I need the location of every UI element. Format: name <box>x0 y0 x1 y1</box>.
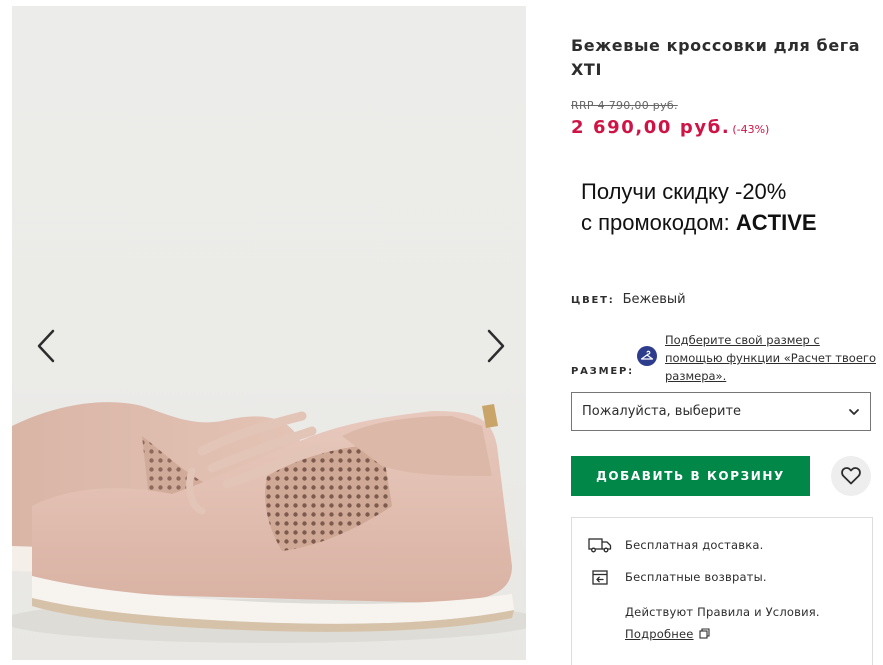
add-to-bag-button[interactable]: ДОБАВИТЬ В КОРЗИНУ <box>571 456 810 496</box>
product-photo <box>12 402 526 643</box>
rrp-price: RRP 4 790,00 руб. <box>571 99 678 112</box>
chevron-right-icon <box>487 329 505 363</box>
color-row: ЦВЕТ: Бежевый <box>571 288 686 307</box>
promo-code: ACTIVE <box>735 210 817 235</box>
heart-icon <box>841 467 861 485</box>
terms-block: Действуют Правила и Условия. Подробнее <box>625 601 820 645</box>
promo-banner: Получи скидку -20% с промокодом: ACTIVE <box>581 176 817 238</box>
color-label: ЦВЕТ: <box>571 295 615 306</box>
free-returns-text: Бесплатные возвраты. <box>625 570 767 584</box>
current-price: 2 690,00 руб. <box>571 117 731 138</box>
truck-icon <box>588 536 612 554</box>
product-image-gallery <box>12 6 526 660</box>
hanger-icon <box>640 350 654 360</box>
more-info-link[interactable]: Подробнее <box>625 627 694 641</box>
free-delivery-row: Бесплатная доставка. <box>588 536 764 554</box>
save-for-later-button[interactable] <box>831 456 871 496</box>
external-link-icon <box>699 628 710 639</box>
more-info-link-row[interactable]: Подробнее <box>625 623 820 645</box>
free-delivery-text: Бесплатная доставка. <box>625 538 764 552</box>
previous-image-button[interactable] <box>26 324 66 368</box>
product-title: Бежевые кроссовки для бега XTI <box>571 36 861 79</box>
chevron-left-icon <box>37 329 55 363</box>
free-returns-row: Бесплатные возвраты. <box>588 568 767 586</box>
chevron-down-icon <box>849 408 859 415</box>
size-label: РАЗМЕР: <box>571 366 634 377</box>
promo-line-2: с промокодом: ACTIVE <box>581 207 817 238</box>
fit-assistant-link[interactable]: Подберите свой размер с помощью функции … <box>665 331 877 385</box>
next-image-button[interactable] <box>476 324 516 368</box>
price-row: 2 690,00 руб. (-43%) <box>571 117 769 138</box>
size-select-value: Пожалуйста, выберите <box>582 404 742 419</box>
discount-percentage: (-43%) <box>732 123 770 136</box>
promo-line-2-prefix: с промокодом: <box>581 210 736 235</box>
size-select[interactable]: Пожалуйста, выберите <box>571 392 871 431</box>
fit-assistant-icon[interactable] <box>637 346 657 366</box>
promo-line-1: Получи скидку -20% <box>581 179 787 204</box>
terms-text: Действуют Правила и Условия. <box>625 605 820 619</box>
delivery-info-box: Бесплатная доставка. Бесплатные возвраты… <box>571 517 873 665</box>
returns-icon <box>588 568 612 586</box>
color-value: Бежевый <box>622 292 686 307</box>
